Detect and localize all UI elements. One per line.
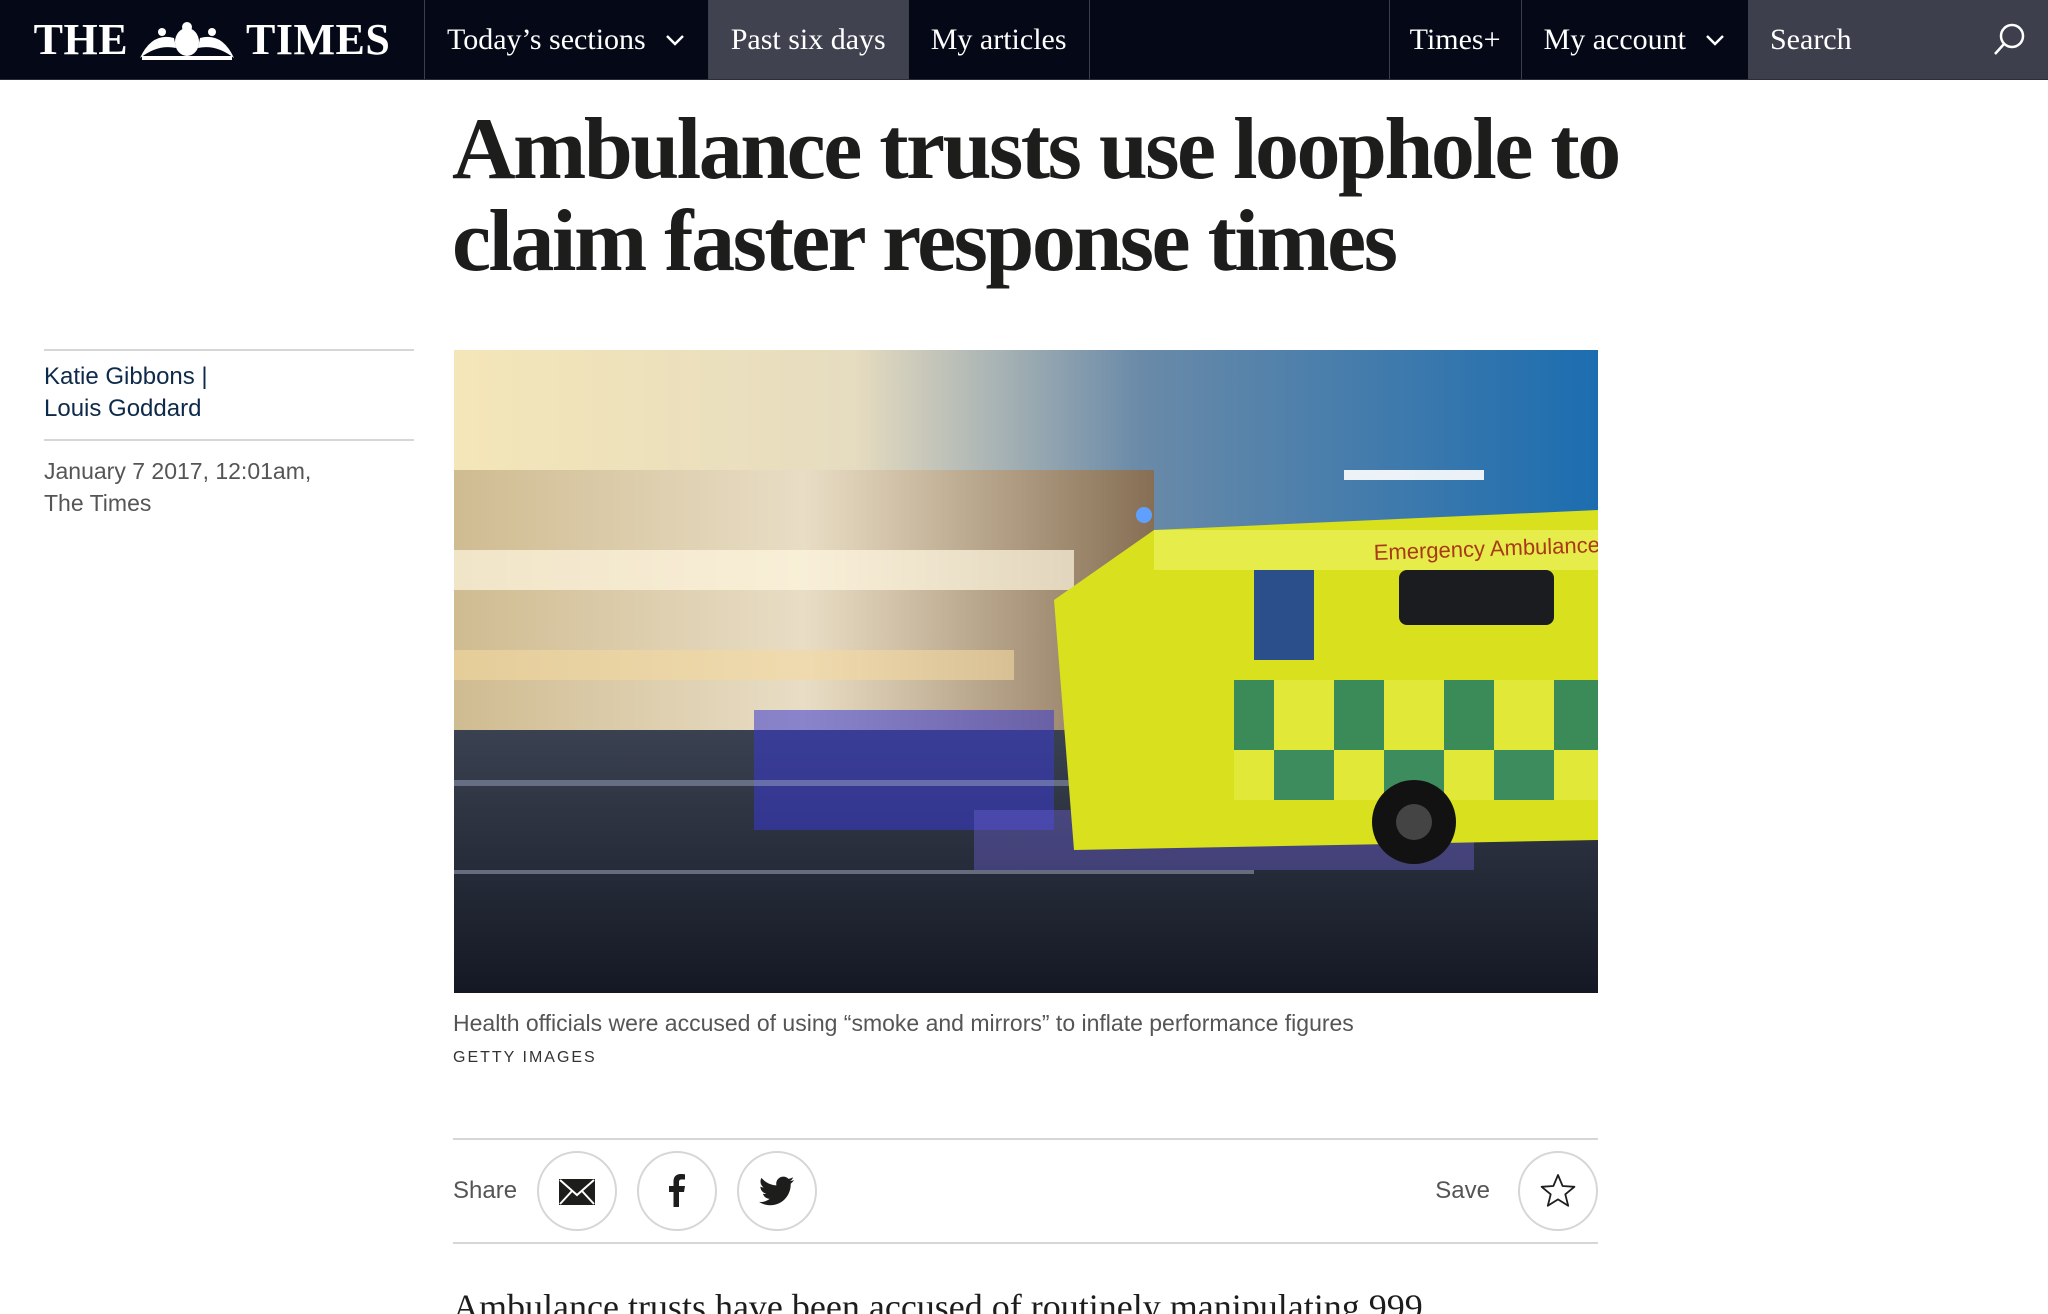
times-plus-link[interactable]: Times+ (1390, 0, 1522, 79)
past-six-days-tab[interactable]: Past six days (708, 0, 909, 79)
dateline: January 7 2017, 12:01am, The Times (44, 441, 414, 519)
my-articles-label: My articles (930, 22, 1067, 56)
share-toolbar: Share Save (453, 1138, 1598, 1244)
email-icon (559, 1179, 596, 1205)
author-link[interactable]: Katie Gibbons | (44, 361, 414, 393)
my-account-label: My account (1543, 22, 1686, 56)
times-logo[interactable]: THE TIMES (0, 0, 425, 79)
search-icon (1994, 23, 2025, 55)
facebook-icon (669, 1174, 686, 1207)
save-label: Save (1435, 1177, 1490, 1204)
royal-crest-icon (140, 21, 235, 60)
chevron-down-icon (1706, 34, 1724, 46)
times-plus-label: Times+ (1409, 22, 1501, 56)
ambulance-photo: Emergency Ambulance (454, 350, 1598, 993)
past-six-days-label: Past six days (730, 22, 886, 56)
article-headline: Ambulance trusts use loophole to claim f… (452, 101, 1621, 290)
todays-sections-menu[interactable]: Today’s sections (425, 0, 709, 79)
nav-spacer (1090, 0, 1390, 79)
my-articles-tab[interactable]: My articles (909, 0, 1090, 79)
share-email-button[interactable] (537, 1151, 618, 1231)
image-caption: Health officials were accused of using “… (453, 1010, 1354, 1036)
logo-text-times: TIMES (246, 15, 391, 64)
todays-sections-label: Today’s sections (447, 22, 646, 56)
byline: Katie Gibbons | Louis Goddard January 7 … (44, 349, 414, 519)
star-icon (1540, 1174, 1576, 1207)
author-link[interactable]: Louis Goddard (44, 393, 414, 425)
twitter-icon (759, 1176, 795, 1206)
search-label: Search (1770, 22, 1852, 56)
top-navigation: THE TIMES Today’s sections Past six days… (0, 0, 2048, 80)
article-lede: Ambulance trusts have been accused of ro… (453, 1287, 1423, 1314)
search-button[interactable]: Search (1748, 0, 2048, 79)
share-twitter-button[interactable] (737, 1151, 818, 1231)
publish-date: January 7 2017, 12:01am, (44, 458, 312, 484)
logo-text-the: THE (33, 15, 129, 64)
publication-name: The Times (44, 490, 152, 516)
save-article-button[interactable] (1518, 1151, 1598, 1231)
image-credit: GETTY IMAGES (453, 1049, 597, 1066)
my-account-menu[interactable]: My account (1522, 0, 1748, 79)
chevron-down-icon (665, 34, 684, 46)
share-facebook-button[interactable] (637, 1151, 718, 1231)
share-label: Share (453, 1177, 518, 1204)
author-list: Katie Gibbons | Louis Goddard (44, 351, 414, 439)
hero-image: Emergency Ambulance (454, 350, 1598, 993)
